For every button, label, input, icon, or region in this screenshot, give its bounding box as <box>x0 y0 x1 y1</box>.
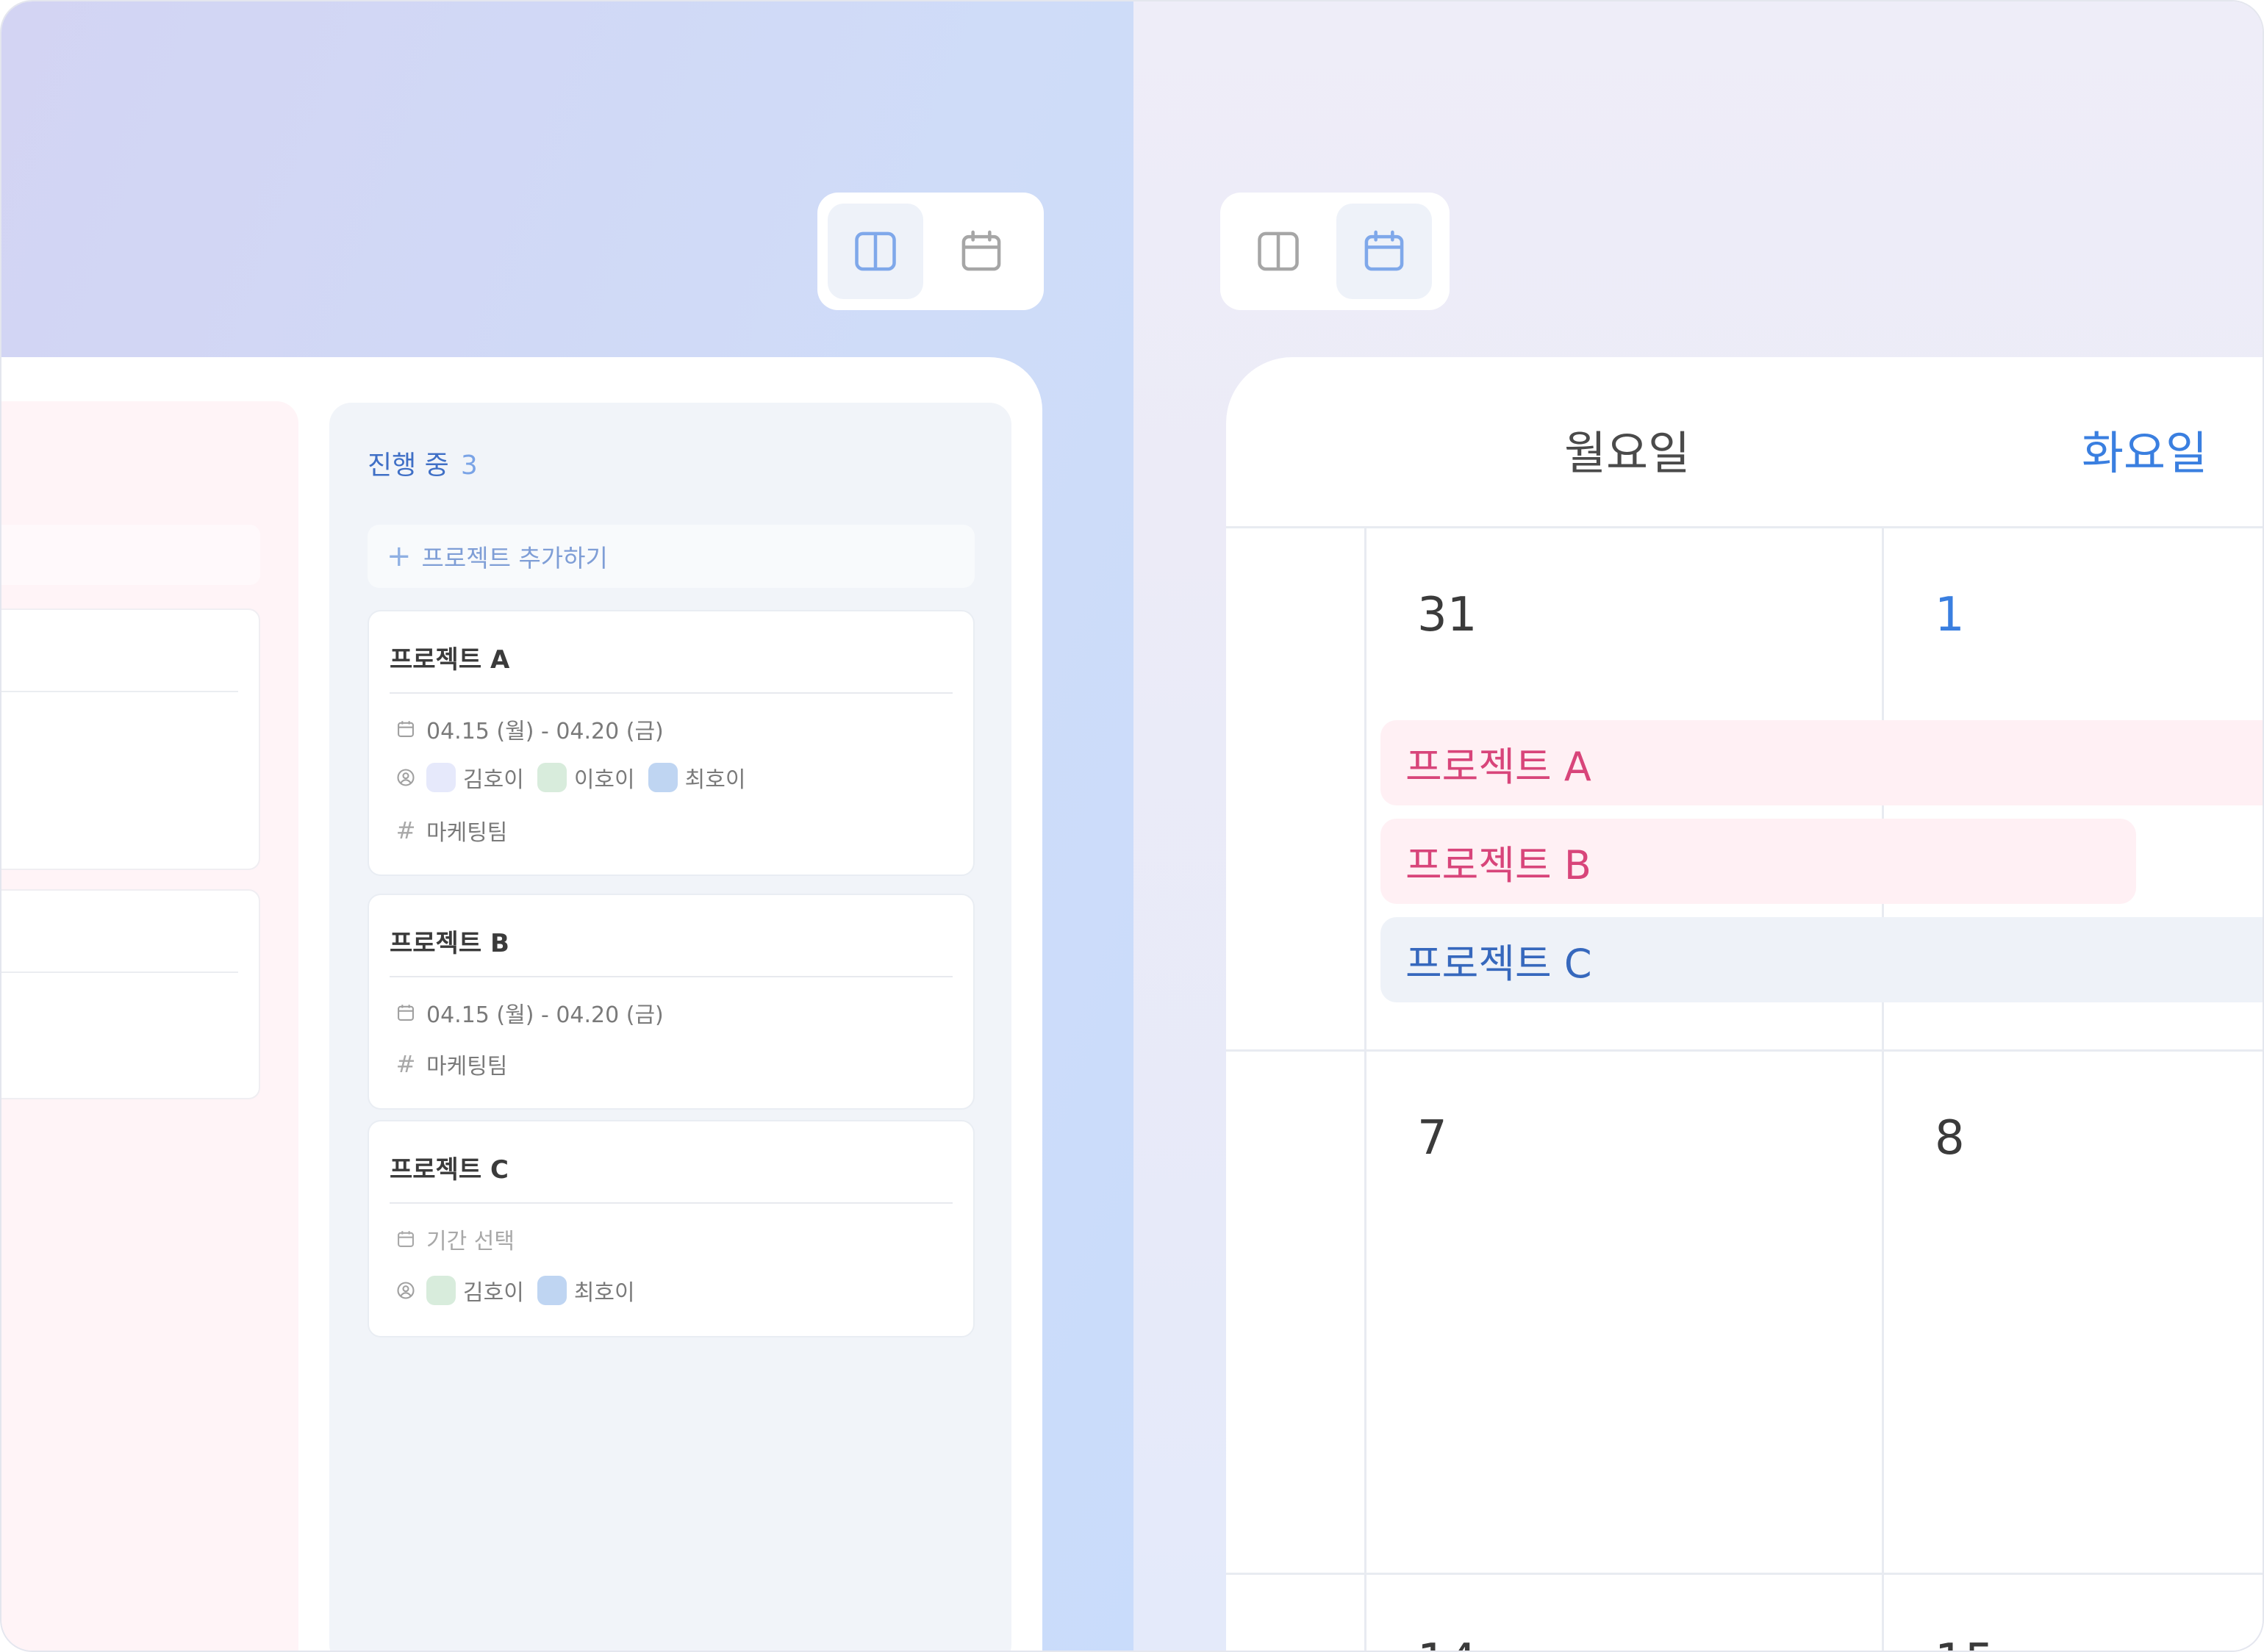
grid-line <box>1882 528 1884 1651</box>
card-date-row[interactable]: 기간 선택 <box>394 1223 515 1255</box>
columns-icon <box>855 231 896 271</box>
date-placeholder: 기간 선택 <box>426 1229 515 1254</box>
calendar-small-icon <box>394 717 418 741</box>
event-label: 프로젝트 A <box>1405 743 1591 790</box>
member-chip[interactable]: 최호이 <box>537 1274 635 1307</box>
column-title: 진행 중 <box>368 450 449 481</box>
plus-icon: + <box>387 539 412 573</box>
project-card-a[interactable]: 프로젝트 A 04.15 (월) - 04.20 (금) 김호이 이호이 최호이 <box>368 610 975 876</box>
day-cell-number[interactable]: 15 <box>1935 1634 1994 1651</box>
avatar <box>426 763 456 792</box>
member-chip[interactable]: 김호이 <box>426 1274 524 1307</box>
board-view-panel: 이 진행 중 3 + 프로젝트 추가하기 프로젝트 A <box>1 1 1133 1651</box>
columns-icon <box>1258 231 1299 271</box>
screenshot-frame: 이 진행 중 3 + 프로젝트 추가하기 프로젝트 A <box>0 0 2264 1652</box>
card-date-row: 04.15 (월) - 04.20 (금) <box>394 996 664 1029</box>
calendar-view-button[interactable] <box>934 204 1029 299</box>
board-column-todo: 이 <box>1 401 298 1651</box>
add-project-bar[interactable] <box>1 525 260 585</box>
project-card[interactable] <box>1 889 260 1099</box>
user-circle-icon <box>394 1279 418 1302</box>
member-name: 이호이 <box>573 767 635 793</box>
card-title: 프로젝트 B <box>390 929 509 958</box>
member-name: 최호이 <box>573 1280 635 1306</box>
day-cell-number[interactable]: 8 <box>1935 1111 1965 1166</box>
card-title: 프로젝트 A <box>390 645 510 675</box>
grid-line <box>1364 528 1366 1651</box>
card-title: 프로젝트 C <box>390 1155 509 1185</box>
project-card-b[interactable]: 프로젝트 B 04.15 (월) - 04.20 (금) # 마케팅팀 <box>368 894 975 1110</box>
calendar-view-button[interactable] <box>1336 204 1432 299</box>
calendar-small-icon <box>394 1227 418 1251</box>
card-date-row: 04.15 (월) - 04.20 (금) <box>394 713 664 745</box>
add-project-button[interactable]: + 프로젝트 추가하기 <box>368 525 975 588</box>
day-cell-number[interactable]: 14 <box>1417 1634 1477 1651</box>
project-card-c[interactable]: 프로젝트 C 기간 선택 김호이 최호이 <box>368 1120 975 1337</box>
card-members-row: 김호이 이호이 최호이 <box>394 761 750 794</box>
card-team-row: # 마케팅팀 <box>394 814 508 847</box>
board-view-button[interactable] <box>828 204 923 299</box>
member-name: 김호이 <box>463 767 524 793</box>
grid-line <box>1226 1573 2263 1575</box>
calendar-icon <box>1364 230 1404 271</box>
view-toggle-calendar <box>1220 193 1450 310</box>
avatar <box>537 1276 567 1305</box>
avatar <box>648 763 678 792</box>
member-chip[interactable]: 최호이 <box>648 761 746 794</box>
card-members-row: 김호이 최호이 <box>394 1274 640 1307</box>
grid-line <box>1226 526 2263 528</box>
member-chip[interactable]: 김호이 <box>426 761 524 794</box>
weekday-tuesday: 화요일 <box>2082 426 2208 480</box>
project-card[interactable]: 이 <box>1 608 260 870</box>
calendar-small-icon <box>394 1001 418 1024</box>
member-name: 최호이 <box>684 767 746 793</box>
calendar-event-b[interactable]: 프로젝트 B <box>1380 819 2136 904</box>
calendar-icon <box>961 230 1001 271</box>
member-name: 김호이 <box>463 1280 524 1306</box>
calendar-event-a[interactable]: 프로젝트 A <box>1380 720 2263 805</box>
calendar-grid: 월요일 화요일 31 1 7 8 14 15 프로젝트 A 프로젝트 B 프로젝… <box>1226 357 2263 1651</box>
calendar-event-c[interactable]: 프로젝트 C <box>1380 917 2263 1002</box>
card-date: 04.15 (월) - 04.20 (금) <box>426 719 664 744</box>
card-team: 마케팅팀 <box>426 1054 508 1080</box>
event-label: 프로젝트 B <box>1405 841 1591 888</box>
board-column-in-progress: 진행 중 3 + 프로젝트 추가하기 프로젝트 A 04.15 (월) - 04.… <box>329 403 1011 1651</box>
card-team: 마케팅팀 <box>426 820 508 846</box>
event-label: 프로젝트 C <box>1405 940 1592 987</box>
calendar-view-panel: 월요일 화요일 31 1 7 8 14 15 프로젝트 A 프로젝트 B 프로젝… <box>1133 1 2263 1651</box>
card-team-row: # 마케팅팀 <box>394 1048 508 1080</box>
day-cell-number-today[interactable]: 1 <box>1935 588 1965 642</box>
grid-line <box>1226 1049 2263 1052</box>
hash-icon: # <box>395 1050 416 1078</box>
weekday-monday: 월요일 <box>1564 426 1691 480</box>
board-view-button[interactable] <box>1230 204 1326 299</box>
day-cell-number[interactable]: 31 <box>1417 588 1477 642</box>
add-project-label: 프로젝트 추가하기 <box>421 544 608 572</box>
view-toggle-board <box>817 193 1044 310</box>
avatar <box>537 763 567 792</box>
column-count: 3 <box>460 450 478 481</box>
member-chip[interactable]: 이호이 <box>537 761 635 794</box>
hash-icon: # <box>395 816 416 844</box>
card-date: 04.15 (월) - 04.20 (금) <box>426 1002 664 1028</box>
column-header: 진행 중 3 <box>368 444 478 482</box>
avatar <box>426 1276 456 1305</box>
day-cell-number[interactable]: 7 <box>1417 1111 1447 1166</box>
user-circle-icon <box>394 766 418 789</box>
